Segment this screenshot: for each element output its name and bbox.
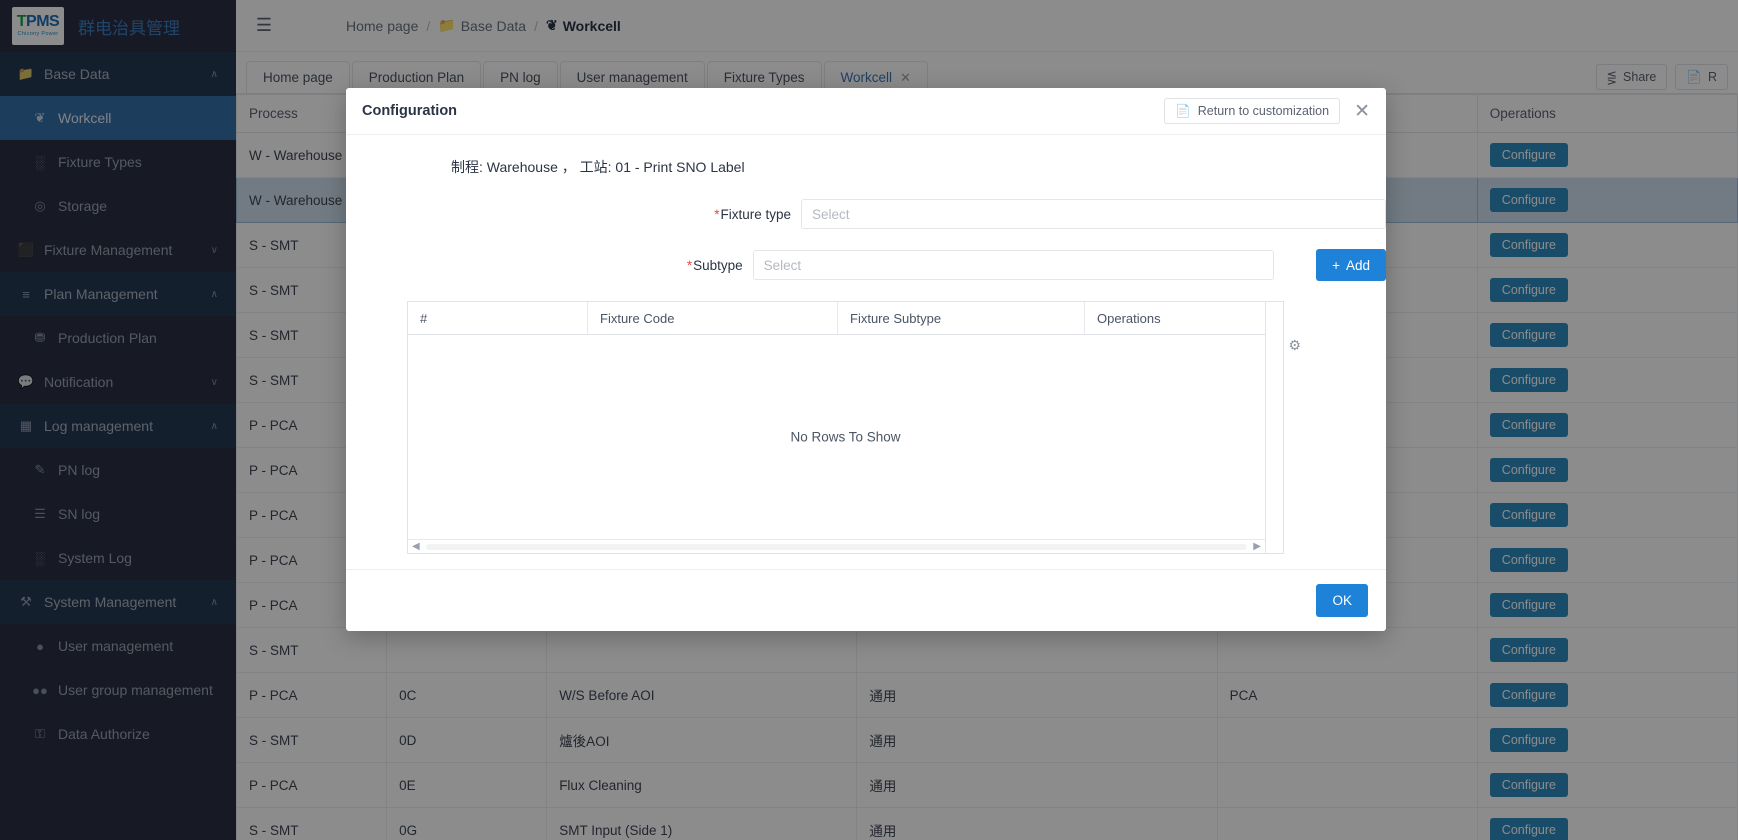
- dialog-body: 制程: Warehouse ， 工站: 01 - Print SNO Label…: [346, 135, 1386, 569]
- subtype-row: *Subtype Select + Add: [346, 249, 1386, 281]
- required-asterisk: *: [686, 257, 693, 273]
- add-button[interactable]: + Add: [1316, 249, 1386, 281]
- context-line: 制程: Warehouse ， 工站: 01 - Print SNO Label: [451, 159, 745, 175]
- fixture-grid-column-header[interactable]: #: [408, 302, 588, 334]
- subtype-label-text: Subtype: [693, 257, 743, 273]
- plus-icon: +: [1332, 257, 1340, 273]
- fixture-grid-right-gutter: [1265, 302, 1283, 553]
- copy-icon: 📄: [1175, 103, 1191, 118]
- fixture-grid: # Fixture Code Fixture Subtype Operations N…: [407, 301, 1301, 554]
- app-root: TPMS Chicony Power 群电治具管理 📁 Base Data ∧ ❦ Wo…: [0, 0, 1738, 840]
- return-to-customization-button[interactable]: 📄 Return to customization: [1164, 98, 1341, 124]
- fixture-grid-column-header[interactable]: Fixture Code: [588, 302, 838, 334]
- configuration-dialog: Configuration 📄 Return to customization …: [346, 88, 1386, 631]
- fixture-type-select[interactable]: Select: [801, 199, 1386, 229]
- close-icon[interactable]: ✕: [1354, 102, 1370, 121]
- fixture-grid-column-header[interactable]: Operations: [1085, 302, 1267, 334]
- scroll-right-arrow[interactable]: ▶: [1253, 541, 1261, 552]
- dialog-header: Configuration 📄 Return to customization …: [346, 88, 1386, 135]
- dialog-title: Configuration: [362, 103, 458, 119]
- add-button-label: Add: [1345, 257, 1370, 273]
- fixture-grid-header: # Fixture Code Fixture Subtype Operations: [408, 302, 1283, 335]
- no-rows-message: No Rows To Show: [790, 429, 901, 445]
- fixture-type-label-text: Fixture type: [720, 206, 792, 222]
- gear-icon[interactable]: ⚙: [1288, 337, 1301, 354]
- fixture-type-row: *Fixture type Select: [346, 199, 1386, 229]
- required-asterisk: *: [714, 206, 720, 222]
- dialog-footer: OK: [346, 569, 1386, 631]
- subtype-select[interactable]: Select: [752, 250, 1275, 280]
- scroll-thumb[interactable]: [425, 543, 1248, 550]
- scroll-left-arrow[interactable]: ◀: [412, 541, 420, 552]
- subtype-label: *Subtype: [346, 258, 753, 273]
- return-button-label: Return to customization: [1197, 104, 1330, 118]
- fixture-grid-column-header[interactable]: Fixture Subtype: [838, 302, 1085, 334]
- fixture-grid-body: No Rows To Show: [408, 335, 1283, 539]
- fixture-grid-hscrollbar[interactable]: ◀ ▶: [408, 539, 1265, 553]
- ok-button[interactable]: OK: [1316, 584, 1368, 617]
- dialog-header-actions: 📄 Return to customization ✕: [1164, 98, 1370, 124]
- fixture-type-label: *Fixture type: [346, 207, 801, 222]
